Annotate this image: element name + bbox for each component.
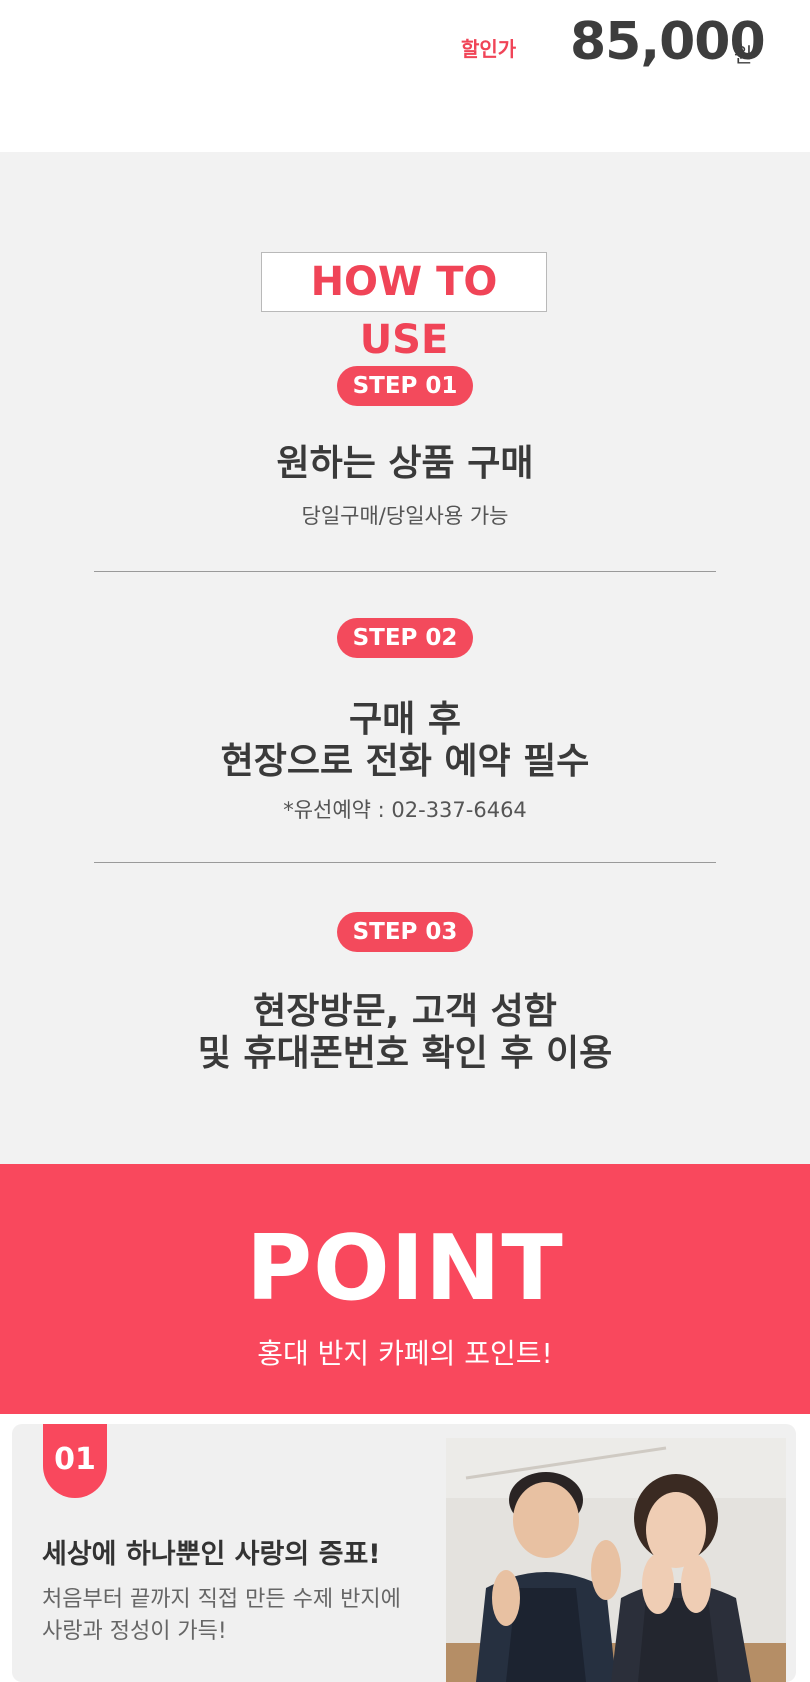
step-01-title: 원하는 상품 구매 (276, 443, 534, 484)
step-02-badge: STEP 02 (337, 618, 473, 658)
step-01-subtext: 당일구매/당일사용 가능 (301, 504, 509, 528)
step-02-title-line-2: 현장으로 전화 예약 필수 (220, 741, 590, 782)
step-02-subtext: *유선예약 : 02-337-6464 (283, 798, 527, 822)
point-card: 01 세상에 하나뿐인 사랑의 증표! 처음부터 끝까지 직접 만든 수제 반지… (12, 1424, 796, 1682)
step-divider (94, 571, 716, 572)
step-02-title-line-1: 구매 후 (349, 699, 461, 740)
step-01-badge: STEP 01 (337, 366, 473, 406)
price-unit: 원 (734, 43, 753, 67)
point-card-title: 세상에 하나뿐인 사랑의 증표! (42, 1539, 381, 1570)
point-banner: POINT 홍대 반지 카페의 포인트! (0, 1164, 810, 1414)
step-divider (94, 862, 716, 863)
how-to-use-section: HOW TO USE STEP 01 원하는 상품 구매 당일구매/당일사용 가… (0, 152, 810, 1164)
point-card-wrapper: 01 세상에 하나뿐인 사랑의 증표! 처음부터 끝까지 직접 만든 수제 반지… (0, 1414, 810, 1682)
point-card-desc-line: 사랑과 정성이 가득! (42, 1619, 227, 1644)
discount-price-label: 할인가 (461, 37, 517, 61)
step-03-badge: STEP 03 (337, 912, 473, 952)
point-title: POINT (246, 1216, 564, 1321)
point-card-description: 처음부터 끝까지 직접 만든 수제 반지에 사랑과 정성이 가득! (42, 1584, 401, 1648)
couple-photo (446, 1438, 786, 1682)
point-card-desc-line: 처음부터 끝까지 직접 만든 수제 반지에 (42, 1587, 401, 1612)
point-number-badge: 01 (43, 1424, 107, 1498)
step-03-title-line-2: 및 휴대폰번호 확인 후 이용 (197, 1033, 613, 1074)
how-to-use-title: HOW TO USE (261, 252, 547, 363)
price-header: 할인가 85,000 원 (0, 0, 810, 152)
couple-illustration (446, 1438, 786, 1682)
point-subtitle: 홍대 반지 카페의 포인트! (257, 1337, 553, 1370)
step-03-title-line-1: 현장방문, 고객 성함 (253, 991, 557, 1032)
